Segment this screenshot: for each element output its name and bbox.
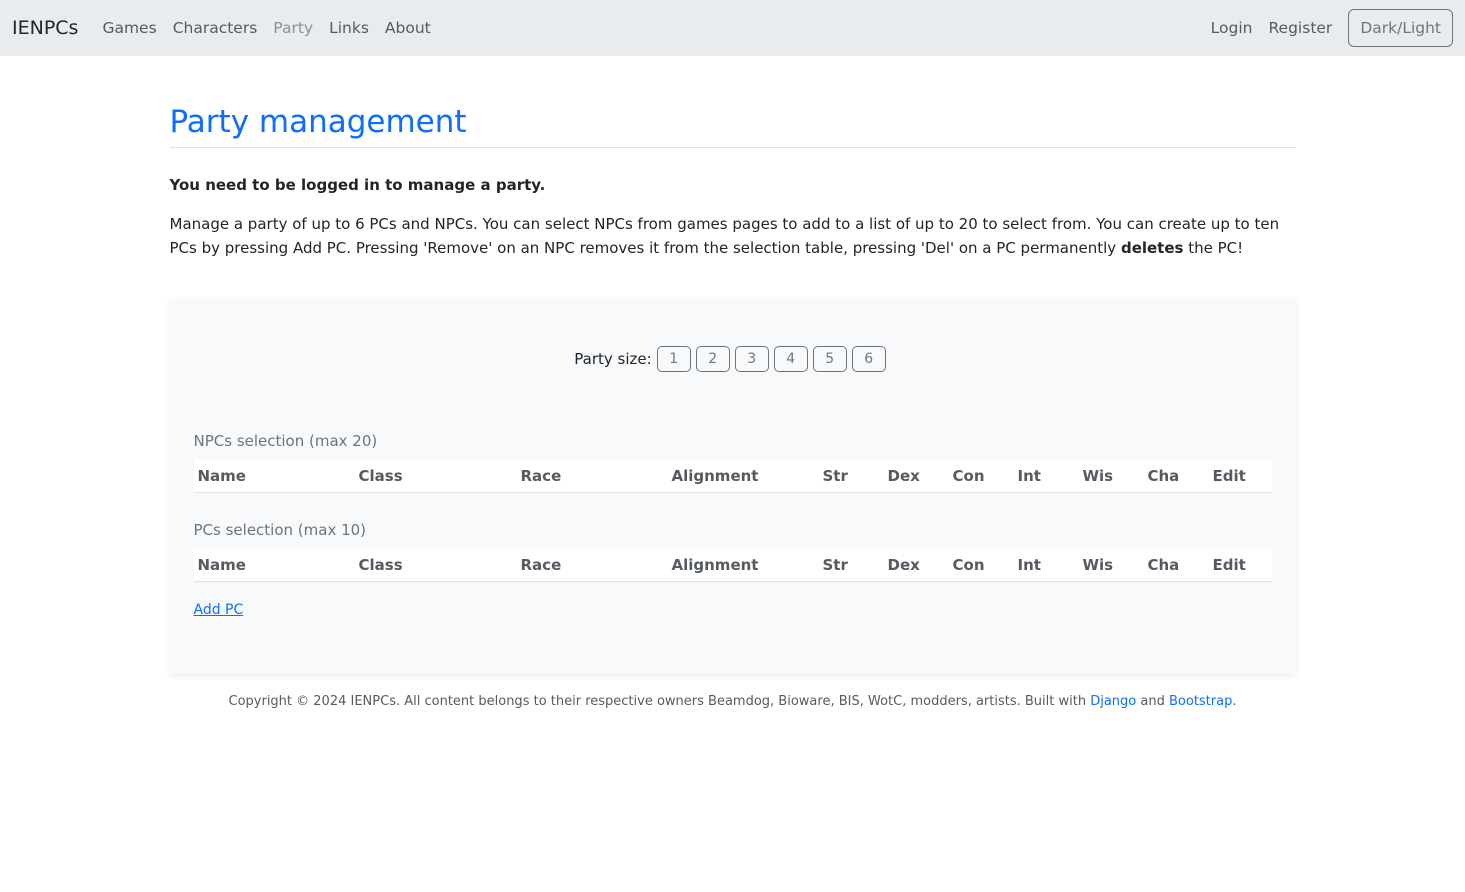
- party-size-selector: Party size: 1 2 3 4 5 6: [194, 346, 1272, 373]
- nav-link-games[interactable]: Games: [102, 19, 156, 37]
- party-panel: Party size: 1 2 3 4 5 6 NPCs selection (…: [169, 298, 1296, 675]
- pc-col-wis[interactable]: Wis: [1078, 549, 1144, 583]
- pc-table-header-row: Name Class Race Alignment Str Dex Con In…: [193, 549, 1272, 583]
- footer: Copyright © 2024 IENPCs. All content bel…: [170, 694, 1296, 709]
- register-link[interactable]: Register: [1268, 19, 1332, 37]
- nav-link-characters[interactable]: Characters: [173, 19, 258, 37]
- npc-col-str[interactable]: Str: [818, 460, 884, 494]
- party-size-label: Party size:: [574, 350, 652, 369]
- pc-col-con[interactable]: Con: [948, 549, 1014, 583]
- dark-light-toggle-button[interactable]: Dark/Light: [1348, 9, 1453, 47]
- footer-end: .: [1232, 694, 1237, 710]
- pc-col-edit: Edit: [1208, 549, 1272, 583]
- footer-copyright: Copyright © 2024 IENPCs. All content bel…: [228, 694, 1091, 710]
- pc-col-class[interactable]: Class: [354, 549, 517, 583]
- footer-and: and: [1136, 694, 1169, 710]
- django-link[interactable]: Django: [1090, 694, 1136, 709]
- party-size-button-5[interactable]: 5: [812, 346, 847, 373]
- party-size-button-6[interactable]: 6: [851, 346, 886, 373]
- pc-section-title: PCs selection (max 10): [193, 521, 367, 540]
- pc-col-dex[interactable]: Dex: [883, 549, 949, 583]
- npc-col-race[interactable]: Race: [516, 460, 668, 494]
- pc-col-int[interactable]: Int: [1013, 549, 1079, 583]
- nav-link-links[interactable]: Links: [329, 19, 369, 37]
- pc-col-race[interactable]: Race: [516, 549, 668, 583]
- navbar: IENPCs Games Characters Party Links Abou…: [0, 0, 1465, 56]
- npc-selection-table: Name Class Race Alignment Str Dex Con In…: [193, 460, 1272, 494]
- navbar-right: Login Register Dark/Light: [1211, 0, 1453, 56]
- npc-col-edit: Edit: [1208, 460, 1272, 494]
- npc-section-title: NPCs selection (max 20): [193, 432, 378, 451]
- npc-col-dex[interactable]: Dex: [883, 460, 949, 494]
- description-end: the PC!: [1183, 239, 1244, 258]
- pc-col-cha[interactable]: Cha: [1143, 549, 1209, 583]
- description-text: Manage a party of up to 6 PCs and NPCs. …: [169, 215, 1280, 258]
- party-size-button-4[interactable]: 4: [773, 346, 808, 373]
- description-bold: deletes: [1120, 239, 1184, 258]
- npc-col-int[interactable]: Int: [1013, 460, 1079, 494]
- page-title: Party management: [169, 104, 1296, 149]
- npc-col-wis[interactable]: Wis: [1078, 460, 1144, 494]
- login-required-note: You need to be logged in to manage a par…: [169, 176, 546, 195]
- party-size-button-1[interactable]: 1: [656, 346, 691, 373]
- bootstrap-link[interactable]: Bootstrap: [1169, 694, 1232, 709]
- add-pc-link[interactable]: Add PC: [194, 602, 244, 618]
- npc-table-header-row: Name Class Race Alignment Str Dex Con In…: [193, 460, 1272, 494]
- npc-col-cha[interactable]: Cha: [1143, 460, 1209, 494]
- party-size-button-3[interactable]: 3: [734, 346, 769, 373]
- pc-col-alignment[interactable]: Alignment: [667, 549, 819, 583]
- nav-link-about[interactable]: About: [385, 19, 431, 37]
- npc-col-con[interactable]: Con: [948, 460, 1014, 494]
- pc-selection-table: Name Class Race Alignment Str Dex Con In…: [193, 549, 1272, 583]
- brand-logo[interactable]: IENPCs: [12, 17, 78, 39]
- npc-col-class[interactable]: Class: [354, 460, 517, 494]
- main-content: Party management You need to be logged i…: [169, 56, 1296, 709]
- pc-col-name[interactable]: Name: [193, 549, 355, 583]
- pc-col-str[interactable]: Str: [818, 549, 884, 583]
- party-size-button-2[interactable]: 2: [695, 346, 730, 373]
- login-link[interactable]: Login: [1211, 19, 1253, 37]
- page-description: Manage a party of up to 6 PCs and NPCs. …: [170, 212, 1296, 260]
- npc-col-name[interactable]: Name: [193, 460, 355, 494]
- npc-col-alignment[interactable]: Alignment: [667, 460, 819, 494]
- nav-link-party[interactable]: Party: [273, 19, 313, 37]
